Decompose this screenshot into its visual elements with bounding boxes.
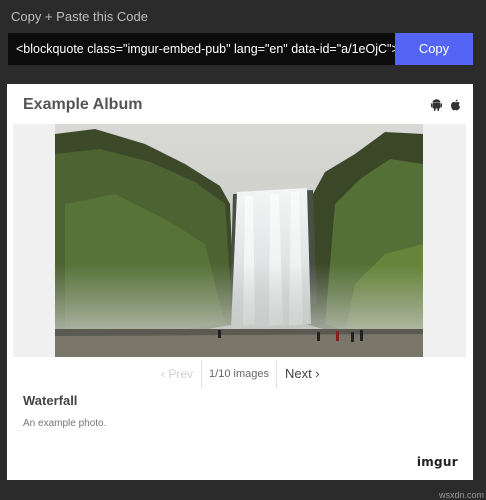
waterfall-photo[interactable] bbox=[55, 124, 423, 357]
platform-icons bbox=[431, 98, 461, 111]
album-pager: ‹ Prev 1/10 images Next › bbox=[7, 360, 473, 388]
embed-code-field[interactable]: <blockquote class="imgur-embed-pub" lang… bbox=[8, 33, 395, 65]
embed-code-row: <blockquote class="imgur-embed-pub" lang… bbox=[8, 33, 473, 65]
image-description: An example photo. bbox=[23, 418, 107, 429]
prev-button[interactable]: ‹ Prev bbox=[153, 360, 201, 388]
imgur-logo[interactable]: imgur bbox=[417, 455, 458, 469]
android-icon[interactable] bbox=[431, 98, 442, 111]
album-embed-card: Example Album ‹ Prev 1/10 images Next › … bbox=[7, 84, 473, 480]
album-title[interactable]: Example Album bbox=[23, 96, 142, 114]
next-button[interactable]: Next › bbox=[277, 360, 327, 388]
apple-icon[interactable] bbox=[450, 98, 461, 111]
image-viewer bbox=[13, 124, 466, 357]
image-counter: 1/10 images bbox=[201, 360, 277, 388]
image-title: Waterfall bbox=[23, 393, 78, 408]
embed-code-label: Copy + Paste this Code bbox=[11, 9, 148, 24]
copy-button[interactable]: Copy bbox=[395, 33, 473, 65]
watermark: wsxdn.com bbox=[438, 490, 484, 500]
